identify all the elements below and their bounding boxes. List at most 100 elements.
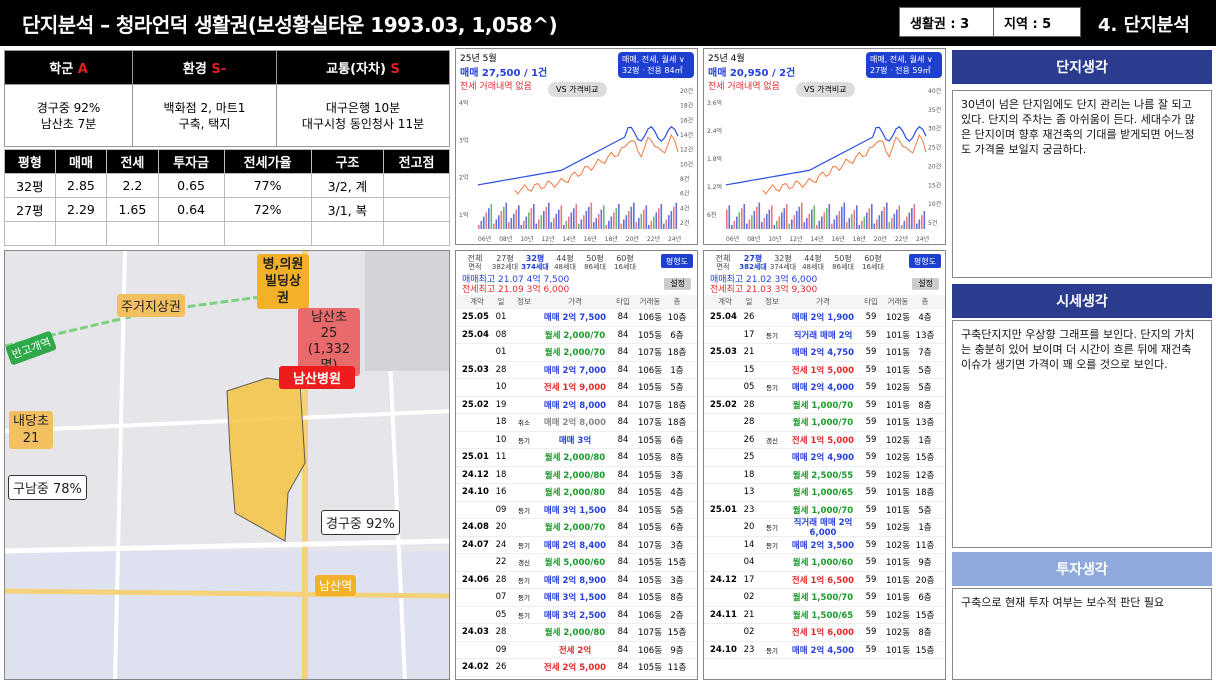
tx-row[interactable]: 02 전세 1억 6,000 59 102동 8층: [704, 624, 945, 642]
tx-row[interactable]: 05 등기 매매 2억 4,000 59 102동 5층: [704, 379, 945, 397]
tx-row[interactable]: 24.08 20 월세 2,000/70 84 105동 6층: [456, 519, 697, 537]
tx-cell: 106동: [637, 610, 663, 621]
size-tab[interactable]: 27평 382세대: [490, 254, 520, 271]
transaction-list-32[interactable]: 전체 면적 27평 382세대 32평 374세대 44평 48세대 50평 86세대 60평 16세…: [455, 250, 698, 680]
tx-row[interactable]: 25.04 08 월세 2,000/70 84 105동 6층: [456, 327, 697, 344]
tx-row[interactable]: 02 월세 1,500/70 59 101동 6층: [704, 589, 945, 607]
size-tab[interactable]: 전체 면적: [708, 254, 738, 271]
tx-cell: 월세 2,000/80: [544, 453, 606, 464]
tx-col-header: 가격: [816, 297, 830, 306]
tx-row[interactable]: 25.01 11 월세 2,000/80 84 105동 8층: [456, 449, 697, 467]
tx-cell: 3층: [670, 575, 684, 586]
tx-row[interactable]: 24.02 26 전세 2억 5,000 84 105동 11층: [456, 659, 697, 677]
size-tab[interactable]: 32평 374세대: [520, 254, 550, 271]
volume-bar: [886, 202, 888, 229]
tx-cell: 9층: [670, 645, 684, 656]
tx-row[interactable]: 25.02 19 매매 2억 8,000 84 107동 18층: [456, 397, 697, 414]
tx-row[interactable]: 25.05 01 매매 2억 7,500 84 106동 10층: [456, 309, 697, 327]
tx-row[interactable]: 24.12 17 전세 1억 6,500 59 101동 20층: [704, 572, 945, 589]
size-tab[interactable]: 전체 면적: [460, 254, 490, 271]
price-cell: [4, 221, 56, 246]
tx-row[interactable]: 13 월세 1,000/65 59 101동 18층: [704, 484, 945, 502]
investment-thoughts-note: 구축으로 현재 투자 여부는 보수적 판단 필요: [952, 588, 1212, 680]
tx-row[interactable]: 10 전세 1억 9,000 84 105동 5층: [456, 379, 697, 397]
tx-cell: 20층: [915, 575, 935, 586]
price-row: 32평 2.85 2.2 0.65 77% 3/2, 계: [4, 173, 450, 198]
tx-row[interactable]: 05 등기 매매 3억 2,500 84 106동 2층: [456, 607, 697, 624]
tx-row[interactable]: 25.03 21 매매 2억 4,750 59 101동 7층: [704, 344, 945, 362]
tx-cell: 59: [865, 434, 877, 445]
y-right-tick: 10건: [928, 200, 941, 208]
floor-plan-button[interactable]: 평형도: [908, 254, 941, 268]
tx-row[interactable]: 24.12 18 월세 2,000/80 84 105동 3층: [456, 467, 697, 484]
tx-row[interactable]: 14 등기 매매 2억 3,500 59 102동 11층: [704, 537, 945, 554]
tx-cell: 59: [865, 627, 877, 638]
tx-row[interactable]: 24.10 16 월세 2,000/80 84 105동 4층: [456, 484, 697, 502]
size-tab[interactable]: 27평 382세대: [738, 254, 768, 271]
tx-row[interactable]: 24.06 28 등기 매매 2억 8,900 84 105동 3층: [456, 572, 697, 589]
map-label-hospital-commercial: 병,의원 빌딩상권: [257, 254, 309, 309]
size-tab[interactable]: 32평 374세대: [768, 254, 798, 271]
tx-cell: 등기: [766, 331, 778, 340]
tx-row[interactable]: 18 취소 매매 2억 8,000 84 107동 18층: [456, 414, 697, 432]
area-map[interactable]: 병,의원 빌딩상권 주거지상권 반고개역 남산초 25 (1,332명) 남산병…: [4, 250, 450, 680]
tx-cell: 02: [743, 627, 755, 638]
tx-cell: 매매 2억 7,000: [543, 365, 607, 376]
map-label-naedang-elementary: 내당초 21: [9, 411, 53, 449]
zone-badge: 생활권 : 3: [899, 7, 994, 37]
tx-row[interactable]: 25.02 28 월세 1,000/70 59 101동 8층: [704, 397, 945, 414]
volume-bar: [670, 211, 673, 229]
volume-bar: [523, 220, 525, 229]
size-tab[interactable]: 44평 48세대: [550, 254, 580, 271]
tx-row[interactable]: 18 월세 2,500/55 59 102동 12층: [704, 467, 945, 484]
tx-row[interactable]: 28 월세 1,000/70 59 101동 13층: [704, 414, 945, 432]
tx-row[interactable]: 20 등기 직거래 매매 2억 6,000 59 102동 1층: [704, 518, 945, 538]
tx-row[interactable]: 04 월세 1,000/60 59 101동 9층: [704, 554, 945, 572]
tx-row[interactable]: 15 전세 1억 5,000 59 101동 5층: [704, 362, 945, 379]
tx-cell: 3층: [670, 470, 684, 481]
tx-cell: 전세 1억 6,000: [791, 628, 855, 639]
tx-cell: 5층: [918, 365, 932, 376]
tx-row[interactable]: 01 월세 2,000/70 84 107동 18층: [456, 344, 697, 362]
tx-cell: 매매 2억 8,000: [543, 418, 607, 429]
size-tab[interactable]: 50평 86세대: [828, 254, 858, 271]
tx-row[interactable]: 25 매매 2억 4,900 59 102동 15층: [704, 449, 945, 467]
tx-row[interactable]: 24.07 24 등기 매매 2억 8,400 84 107동 3층: [456, 537, 697, 554]
y-left-tick: 3.6억: [707, 99, 722, 107]
tx-cell: 84: [617, 347, 629, 358]
volume-bar: [518, 205, 520, 229]
tx-cell: 24.10: [462, 487, 489, 498]
chart-27-plot: 3.6억 2.4억 1.8억 1.2억 6천 40건 35건 30건 25건 20건 15건 10건 5…: [707, 87, 941, 243]
tx-row[interactable]: 24.03 28 월세 2,000/80 84 107동 15층: [456, 624, 697, 642]
tx-row[interactable]: 07 등기 매매 3억 1,500 84 105동 8층: [456, 589, 697, 607]
tx-cell: 7층: [918, 348, 932, 359]
settings-button[interactable]: 설정: [912, 278, 939, 290]
price-chart-32[interactable]: 25년 5월 매매 27,500 / 1건 전세 거래내역 없음 매매, 전세,…: [455, 48, 698, 245]
volume-bar: [603, 205, 605, 229]
tx-cell: 매매 2억 8,000: [543, 400, 607, 411]
floor-plan-button[interactable]: 평형도: [660, 254, 693, 268]
transaction-list-27[interactable]: 전체 면적 27평 382세대 32평 374세대 44평 48세대 50평 86세대 60평 16세…: [703, 250, 946, 680]
tx-cell: 102동: [885, 383, 911, 394]
settings-button[interactable]: 설정: [664, 278, 691, 290]
size-tab[interactable]: 50평 86세대: [580, 254, 610, 271]
tx-row[interactable]: 24.10 23 등기 매매 2억 4,500 59 101동 15층: [704, 642, 945, 659]
size-tab[interactable]: 60평 16세대: [610, 254, 640, 271]
tx-row[interactable]: 25.04 26 매매 2억 1,900 59 102동 4층: [704, 309, 945, 327]
price-cell: 77%: [223, 173, 312, 198]
tx-row[interactable]: 17 등기 직거래 매매 2억 59 101동 13층: [704, 327, 945, 344]
tx-row[interactable]: 22 갱신 월세 5,000/60 84 105동 15층: [456, 554, 697, 572]
volume-bar: [791, 219, 793, 229]
tx-row[interactable]: 10 등기 매매 3억 84 105동 6층: [456, 432, 697, 449]
price-chart-27[interactable]: 25년 4월 매매 20,950 / 2건 전세 거래내역 없음 매매, 전세,…: [703, 48, 946, 245]
tx-row[interactable]: 09 등기 매매 3억 1,500 84 105동 5층: [456, 502, 697, 519]
price-col-header: 투자금: [157, 149, 225, 174]
tx-row[interactable]: 26 갱신 전세 1억 5,000 59 102동 1층: [704, 432, 945, 449]
volume-bar: [600, 209, 603, 229]
price-col-header: 매매: [54, 149, 108, 174]
tx-row[interactable]: 09 전세 2억 84 106동 9층: [456, 642, 697, 659]
size-tab[interactable]: 44평 48세대: [798, 254, 828, 271]
tx-row[interactable]: 25.03 28 매매 2억 7,000 84 106동 1층: [456, 362, 697, 379]
tx-row[interactable]: 24.11 21 월세 1,500/65 59 102동 15층: [704, 607, 945, 624]
size-tab[interactable]: 60평 16세대: [858, 254, 888, 271]
